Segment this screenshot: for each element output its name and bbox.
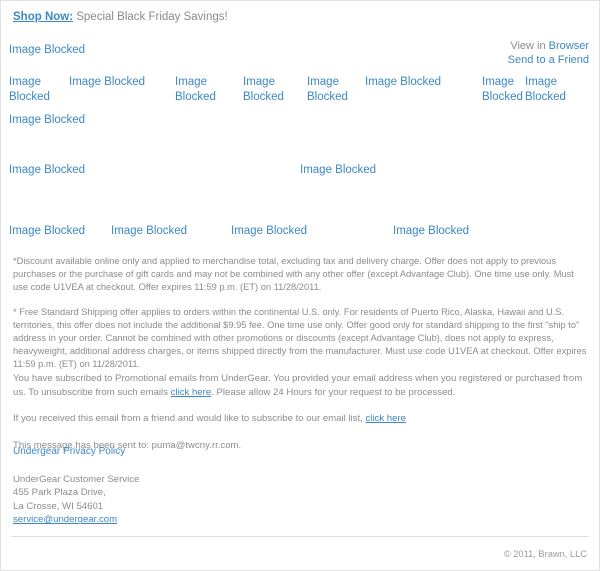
forward-subscribe-text: If you received this email from a friend… xyxy=(13,413,366,425)
mid-image-placeholder-left[interactable]: Image Blocked xyxy=(9,163,85,178)
nav-image-placeholder[interactable]: Image Blocked xyxy=(482,75,525,105)
preheader-text: Special Black Friday Savings! xyxy=(73,11,228,23)
send-to-friend-row: Send to a Friend xyxy=(508,53,589,67)
unsubscribe-text-after: . Please allow 24 Hours for your request… xyxy=(211,386,456,398)
unsubscribe-notice: You have subscribed to Promotional email… xyxy=(13,372,589,399)
nav-image-placeholder[interactable]: Image Blocked xyxy=(9,75,51,105)
unsubscribe-link[interactable]: click here xyxy=(171,387,212,398)
shop-now-link[interactable]: Shop Now: xyxy=(13,11,73,23)
email-footer: Undergear Privacy Policy UnderGear Custo… xyxy=(13,445,139,527)
mid-image-placeholder-center[interactable]: Image Blocked xyxy=(300,163,376,178)
nav-image-placeholder[interactable]: Image Blocked xyxy=(525,75,569,105)
subscribe-link[interactable]: click here xyxy=(365,413,406,424)
email-message-body: Shop Now: Special Black Friday Savings! … xyxy=(0,0,600,571)
send-to-friend-link[interactable]: Send to a Friend xyxy=(508,54,589,66)
view-in-browser-row: View in Browser xyxy=(508,39,589,53)
copyright-notice: © 2011, Brawn, LLC xyxy=(503,549,587,559)
support-email-link[interactable]: service@undergear.com xyxy=(13,513,139,527)
product-image-placeholder[interactable]: Image Blocked xyxy=(111,224,187,239)
product-image-placeholder[interactable]: Image Blocked xyxy=(9,224,85,239)
nav-image-placeholder[interactable]: Image Blocked xyxy=(69,75,165,90)
city-state-zip: La Crosse, WI 54601 xyxy=(13,500,104,512)
footer-divider xyxy=(11,536,589,537)
view-in-browser-link[interactable]: Browser xyxy=(549,40,589,52)
legal-disclaimers: *Discount available online only and appl… xyxy=(13,255,589,383)
street-address: 455 Park Plaza Drive, xyxy=(13,487,106,499)
nav-image-placeholder[interactable]: Image Blocked xyxy=(243,75,285,105)
product-image-placeholder[interactable]: Image Blocked xyxy=(393,224,469,239)
nav-image-placeholder[interactable]: Image Blocked xyxy=(365,75,461,90)
privacy-policy-link[interactable]: Undergear Privacy Policy xyxy=(13,445,139,459)
hero-banner-placeholder[interactable]: Image Blocked xyxy=(9,113,85,128)
preheader: Shop Now: Special Black Friday Savings! xyxy=(13,10,228,24)
disclaimer-shipping: * Free Standard Shipping offer applies t… xyxy=(13,306,587,370)
nav-image-placeholder[interactable]: Image Blocked xyxy=(307,75,349,105)
view-in-label: View in xyxy=(510,40,549,52)
company-name: UnderGear Customer Service xyxy=(13,473,140,485)
view-options: View in Browser Send to a Friend xyxy=(508,39,589,67)
disclaimer-discount: *Discount available online only and appl… xyxy=(13,256,574,293)
navigation-image-row: Image Blocked Image Blocked Image Blocke… xyxy=(1,75,600,109)
logo-image-placeholder[interactable]: Image Blocked xyxy=(9,43,85,58)
forward-subscribe-notice: If you received this email from a friend… xyxy=(13,412,589,426)
product-image-placeholder[interactable]: Image Blocked xyxy=(231,224,307,239)
nav-image-placeholder[interactable]: Image Blocked xyxy=(175,75,217,105)
